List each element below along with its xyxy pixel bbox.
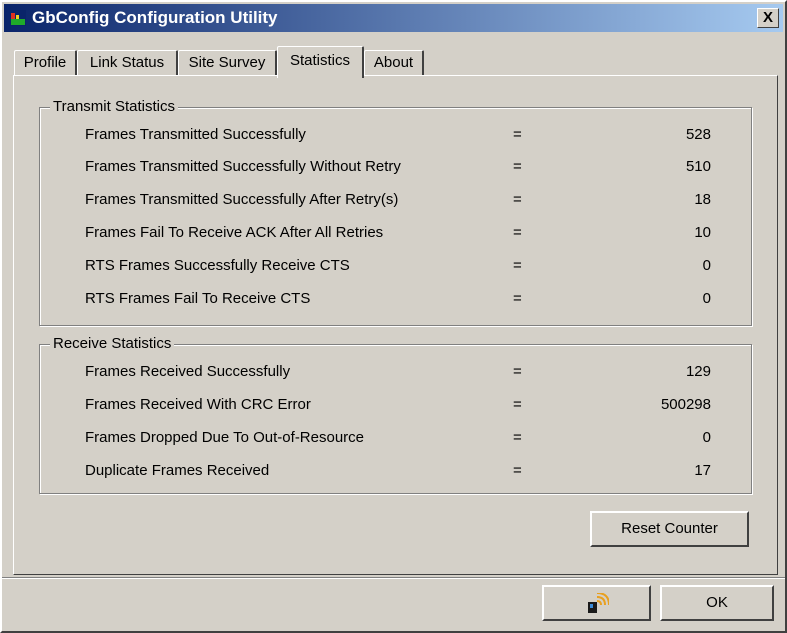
stat-equals: =	[513, 363, 522, 380]
stat-row: Frames Transmitted Successfully After Re…	[40, 191, 751, 215]
stat-label: Frames Fail To Receive ACK After All Ret…	[85, 224, 384, 241]
stat-value: 528	[685, 126, 711, 143]
stat-label: RTS Frames Fail To Receive CTS	[85, 290, 311, 307]
stat-row: Frames Fail To Receive ACK After All Ret…	[40, 224, 751, 248]
stat-equals: =	[513, 290, 522, 307]
stat-value: 18	[694, 191, 711, 208]
title-bar[interactable]: GbConfig Configuration Utility X	[4, 4, 783, 32]
stat-label: Frames Transmitted Successfully Without …	[85, 158, 401, 175]
stat-equals: =	[513, 429, 522, 446]
stat-label: Frames Dropped Due To Out-of-Resource	[85, 429, 365, 446]
stat-value: 500298	[660, 396, 711, 413]
stat-label: Duplicate Frames Received	[85, 462, 270, 479]
receive-statistics-group: Receive Statistics Frames Received Succe…	[39, 335, 752, 494]
stat-equals: =	[513, 257, 522, 274]
reset-counter-button[interactable]: Reset Counter	[590, 511, 749, 547]
statistics-panel: Transmit Statistics Frames Transmitted S…	[13, 75, 778, 575]
stat-row: RTS Frames Successfully Receive CTS = 0	[40, 257, 751, 281]
stat-value: 0	[702, 290, 711, 307]
tray-button[interactable]	[542, 585, 651, 621]
stat-row: Frames Transmitted Successfully = 528	[40, 126, 751, 150]
wireless-card-icon	[587, 592, 610, 613]
stat-equals: =	[513, 462, 522, 479]
tab-link-status[interactable]: Link Status	[77, 50, 178, 76]
tab-about[interactable]: About	[364, 50, 424, 76]
stat-equals: =	[513, 126, 522, 143]
footer-divider	[2, 577, 785, 579]
stat-equals: =	[513, 191, 522, 208]
stat-label: Frames Transmitted Successfully	[85, 126, 306, 143]
stat-row: RTS Frames Fail To Receive CTS = 0	[40, 290, 751, 314]
stat-row: Frames Received Successfully = 129	[40, 363, 751, 387]
stat-value: 510	[685, 158, 711, 175]
ok-button[interactable]: OK	[660, 585, 774, 621]
stat-value: 17	[694, 462, 711, 479]
stat-equals: =	[513, 396, 522, 413]
stat-label: Frames Transmitted Successfully After Re…	[85, 191, 399, 208]
stat-label: Frames Received Successfully	[85, 363, 291, 380]
tab-profile[interactable]: Profile	[14, 50, 77, 76]
tab-site-survey[interactable]: Site Survey	[178, 50, 277, 76]
stat-equals: =	[513, 224, 522, 241]
stat-value: 0	[702, 257, 711, 274]
stat-value: 0	[702, 429, 711, 446]
stat-row: Frames Transmitted Successfully Without …	[40, 158, 751, 182]
stat-row: Frames Received With CRC Error = 500298	[40, 396, 751, 420]
stat-label: RTS Frames Successfully Receive CTS	[85, 257, 350, 274]
config-window: GbConfig Configuration Utility X Profile…	[0, 0, 787, 633]
transmit-statistics-title: Transmit Statistics	[50, 98, 178, 115]
stat-value: 10	[694, 224, 711, 241]
window-title: GbConfig Configuration Utility	[32, 8, 278, 27]
stat-label: Frames Received With CRC Error	[85, 396, 311, 413]
receive-statistics-title: Receive Statistics	[50, 335, 175, 352]
stat-value: 129	[685, 363, 711, 380]
tab-statistics[interactable]: Statistics	[277, 46, 364, 78]
app-icon	[10, 10, 26, 26]
close-button[interactable]: X	[757, 8, 779, 28]
stat-equals: =	[513, 158, 522, 175]
stat-row: Frames Dropped Due To Out-of-Resource = …	[40, 429, 751, 453]
transmit-statistics-group: Transmit Statistics Frames Transmitted S…	[39, 98, 752, 326]
stat-row: Duplicate Frames Received = 17	[40, 462, 751, 486]
